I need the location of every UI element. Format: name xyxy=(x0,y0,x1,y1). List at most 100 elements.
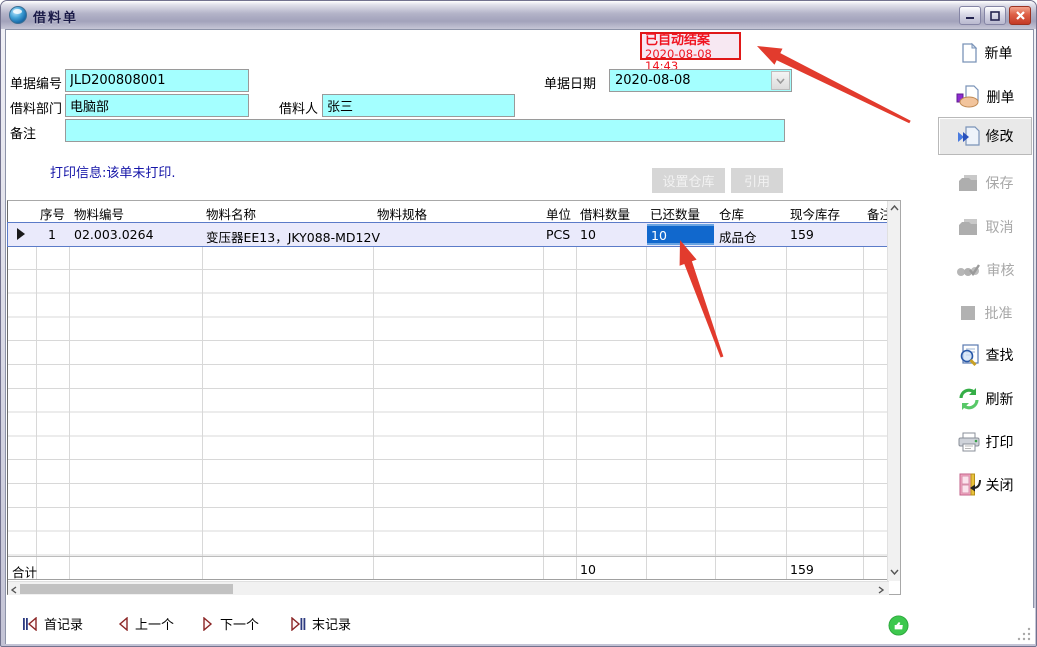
sidebar-item-close[interactable]: 关闭 xyxy=(938,470,1032,500)
find-icon xyxy=(957,343,981,367)
maximize-icon xyxy=(990,11,1000,21)
print-info-text: 打印信息:该单未打印. xyxy=(50,162,176,181)
cell-unit[interactable]: PCS xyxy=(546,227,570,242)
horizontal-scroll-thumb[interactable] xyxy=(20,584,233,594)
borrower-label: 借料人 xyxy=(279,98,318,117)
prev-record-button[interactable]: 上一个 xyxy=(117,614,174,633)
approve-icon xyxy=(958,303,980,323)
scroll-down-icon[interactable] xyxy=(890,569,899,575)
col-header-warehouse[interactable]: 仓库 xyxy=(719,204,744,223)
modify-icon xyxy=(957,125,981,147)
col-header-code[interactable]: 物料编号 xyxy=(74,204,124,223)
table-empty-rows[interactable] xyxy=(8,246,888,556)
prev-record-icon xyxy=(117,617,129,631)
resize-grip[interactable] xyxy=(1017,627,1031,641)
next-record-label: 下一个 xyxy=(220,614,259,633)
next-record-icon xyxy=(202,617,214,631)
sidebar-label-new: 新单 xyxy=(985,43,1013,63)
title-bar[interactable]: 借料单 xyxy=(1,1,1036,29)
cancel-icon xyxy=(957,216,981,238)
app-globe-icon xyxy=(9,6,27,24)
refresh-icon xyxy=(957,387,981,411)
col-header-remark[interactable]: 备注 xyxy=(867,204,889,223)
save-icon xyxy=(957,172,981,194)
col-header-seq[interactable]: 序号 xyxy=(40,204,65,223)
delete-doc-icon xyxy=(956,85,982,109)
scroll-right-icon[interactable] xyxy=(878,586,884,594)
sidebar-label-approve: 批准 xyxy=(985,303,1013,323)
next-record-button[interactable]: 下一个 xyxy=(202,614,259,633)
last-record-icon xyxy=(290,617,306,631)
minimize-icon xyxy=(965,11,975,20)
auto-close-stamp: 已自动结案 2020-08-08 14:43 xyxy=(640,32,741,60)
borrower-input[interactable] xyxy=(322,94,515,117)
print-icon xyxy=(957,431,981,453)
vertical-scrollbar[interactable] xyxy=(887,201,900,581)
sidebar-item-cancel: 取消 xyxy=(938,212,1032,242)
prev-record-label: 上一个 xyxy=(135,614,174,633)
new-doc-icon xyxy=(958,42,980,64)
audit-icon xyxy=(956,260,982,280)
cell-warehouse[interactable]: 成品仓 xyxy=(719,227,757,246)
minimize-button[interactable] xyxy=(959,6,981,25)
remark-input[interactable] xyxy=(65,119,785,142)
sidebar-label-audit: 审核 xyxy=(987,260,1015,280)
scroll-left-icon[interactable] xyxy=(11,586,17,594)
sidebar-item-new[interactable]: 新单 xyxy=(938,38,1032,68)
sidebar-item-find[interactable]: 查找 xyxy=(938,340,1032,370)
sidebar-item-audit: 审核 xyxy=(938,255,1032,285)
sidebar-label-find: 查找 xyxy=(986,345,1014,365)
sidebar-label-close: 关闭 xyxy=(986,475,1014,495)
close-button[interactable] xyxy=(1009,6,1031,25)
cell-borrow-qty[interactable]: 10 xyxy=(580,227,596,242)
col-header-stock[interactable]: 现今库存 xyxy=(790,204,840,223)
sidebar-label-cancel: 取消 xyxy=(986,217,1014,237)
table-row[interactable]: 1 02.003.0264 变压器EE13，JKY088-MD12V PCS 1… xyxy=(8,223,888,246)
sidebar-item-modify[interactable]: 修改 xyxy=(938,117,1032,155)
sidebar-item-approve: 批准 xyxy=(938,298,1032,328)
sidebar-item-delete[interactable]: 删单 xyxy=(938,82,1032,112)
set-warehouse-button[interactable]: 设置仓库 xyxy=(652,168,725,193)
cell-code[interactable]: 02.003.0264 xyxy=(74,227,154,242)
total-label: 合计 xyxy=(12,562,37,581)
sidebar-label-print: 打印 xyxy=(986,432,1014,452)
horizontal-scrollbar[interactable] xyxy=(8,581,889,595)
sidebar-label-save: 保存 xyxy=(986,173,1014,193)
cell-returned-qty-selected[interactable]: 10 xyxy=(647,224,714,245)
col-header-name[interactable]: 物料名称 xyxy=(206,204,256,223)
table-header-row: 序号 物料编号 物料名称 物料规格 单位 借料数量 已还数量 仓库 现今库存 备… xyxy=(8,201,888,223)
reference-button[interactable]: 引用 xyxy=(731,168,783,193)
doc-date-dropdown-button[interactable] xyxy=(771,71,790,90)
cell-seq[interactable]: 1 xyxy=(48,227,56,242)
stamp-status-text: 已自动结案 xyxy=(645,34,736,48)
current-row-marker-icon xyxy=(17,228,25,240)
doc-no-input[interactable] xyxy=(65,69,249,92)
col-header-spec[interactable]: 物料规格 xyxy=(377,204,427,223)
total-borrow-qty: 10 xyxy=(580,562,596,577)
sidebar-label-refresh: 刷新 xyxy=(986,389,1014,409)
sidebar-item-print[interactable]: 打印 xyxy=(938,427,1032,457)
col-header-unit[interactable]: 单位 xyxy=(546,204,571,223)
scroll-up-icon[interactable] xyxy=(890,205,899,211)
maximize-button[interactable] xyxy=(984,6,1006,25)
doc-date-combobox[interactable]: 2020-08-08 xyxy=(609,69,792,92)
first-record-label: 首记录 xyxy=(44,614,83,633)
first-record-button[interactable]: 首记录 xyxy=(22,614,83,633)
dept-label: 借料部门 xyxy=(10,98,62,117)
app-window: 借料单 已自动结案 2020-08-08 14:43 单据编号 单据日期 202… xyxy=(0,0,1037,647)
close-icon xyxy=(1015,10,1026,21)
cell-name[interactable]: 变压器EE13，JKY088-MD12V xyxy=(206,227,380,246)
col-header-returned[interactable]: 已还数量 xyxy=(650,204,700,223)
dept-input[interactable] xyxy=(65,94,249,117)
cell-stock[interactable]: 159 xyxy=(790,227,814,242)
col-header-borrow-qty[interactable]: 借料数量 xyxy=(580,204,630,223)
first-record-icon xyxy=(22,617,38,631)
items-table: 序号 物料编号 物料名称 物料规格 单位 借料数量 已还数量 仓库 现今库存 备… xyxy=(7,200,901,595)
record-navbar: 首记录 上一个 下一个 末记录 xyxy=(6,608,1035,644)
last-record-button[interactable]: 末记录 xyxy=(290,614,351,633)
total-stock: 159 xyxy=(790,562,814,577)
sidebar-item-refresh[interactable]: 刷新 xyxy=(938,384,1032,414)
doc-date-label: 单据日期 xyxy=(544,73,596,92)
table-total-row: 合计 10 159 xyxy=(8,556,888,580)
doc-no-label: 单据编号 xyxy=(10,73,62,92)
